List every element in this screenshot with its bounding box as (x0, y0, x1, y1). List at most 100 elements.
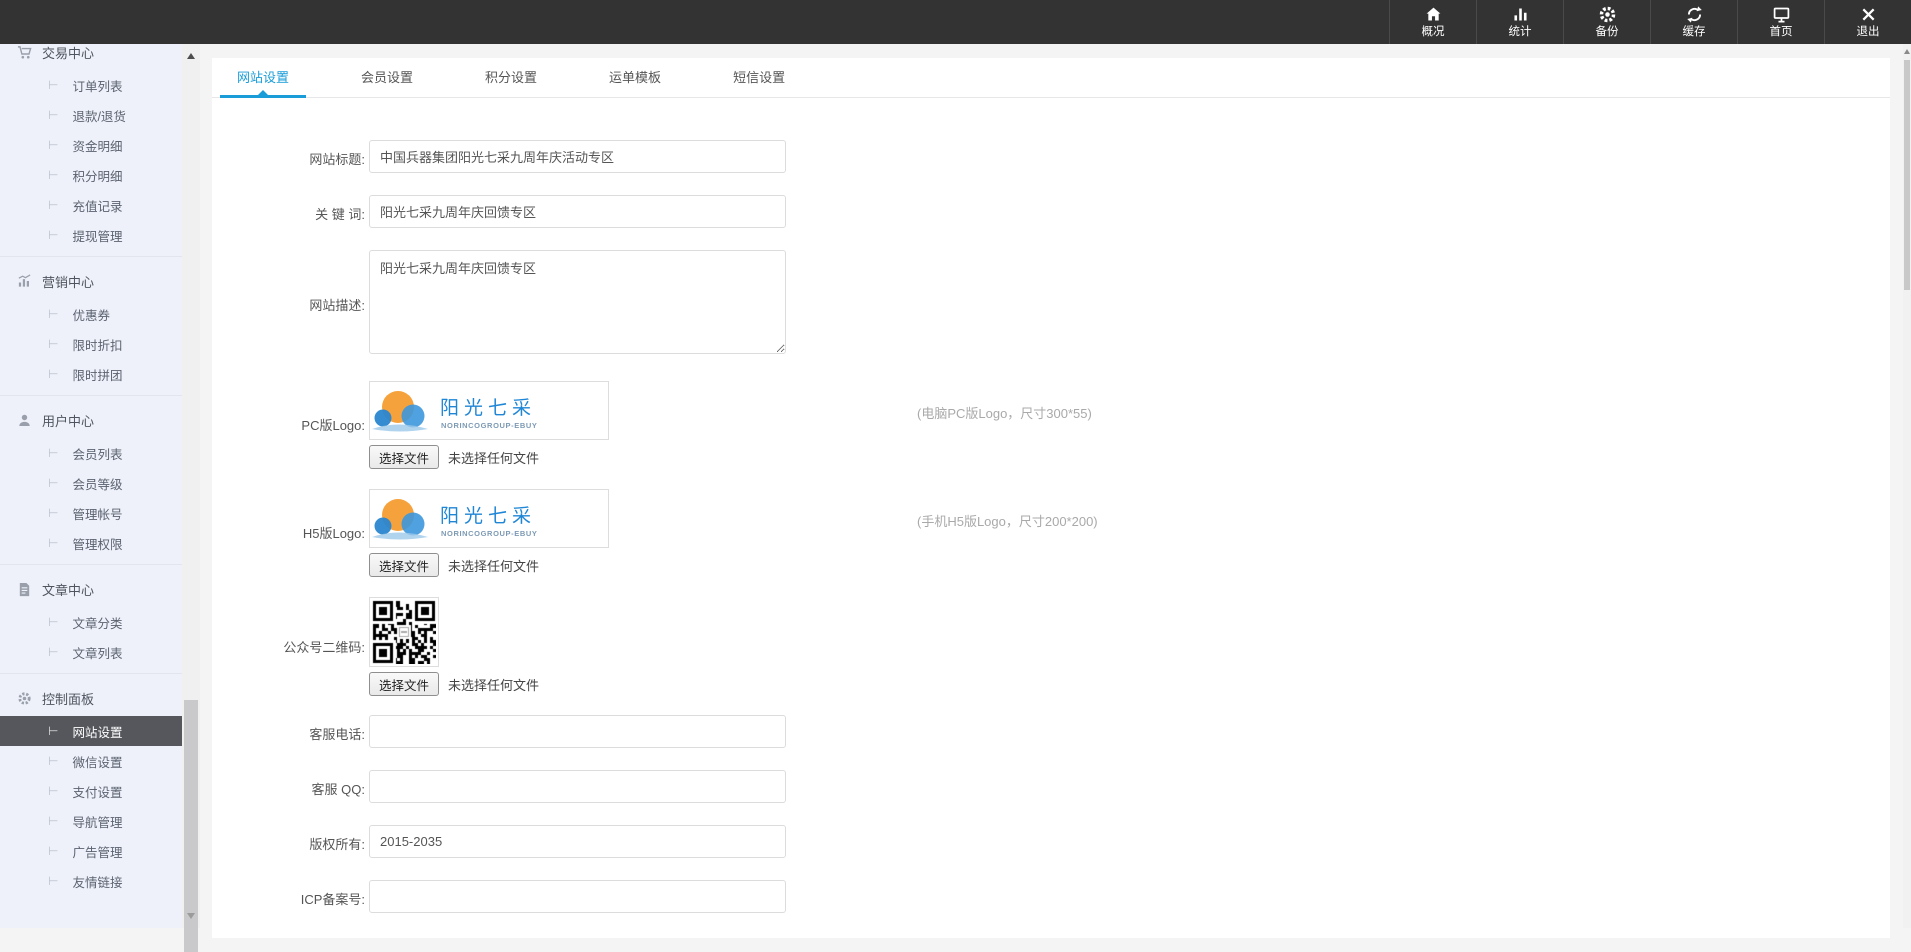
tab-sms-settings[interactable]: 短信设置 (716, 58, 802, 97)
form-row-description: 网站描述: 阳光七采九周年庆回馈专区 (212, 250, 1890, 359)
branch-icon: ⊢ (48, 108, 58, 122)
sidebar-section-header[interactable]: 交易中心 (0, 44, 182, 66)
logo-title: 阳光七采 (440, 505, 536, 527)
h5-logo-file-status: 未选择任何文件 (448, 556, 539, 575)
user-icon (17, 413, 32, 428)
sidebar: 交易中心 ⊢订单列表 ⊢ 退款/退货 ⊢资金明细 ⊢积分明细 ⊢充值记录 ⊢提现管… (0, 44, 182, 928)
branch-icon: ⊢ (48, 874, 58, 888)
qrcode-choose-file-button[interactable]: 选择文件 (369, 672, 439, 696)
sidebar-item-coupons[interactable]: ⊢ 优惠券 (0, 299, 182, 329)
sidebar-item-label: 文章分类 (72, 613, 122, 632)
branch-icon: ⊢ (48, 337, 58, 351)
form-row-service-qq: 客服 QQ: (212, 770, 1890, 803)
sidebar-item-flash-discount[interactable]: ⊢限时折扣 (0, 329, 182, 359)
sidebar-item-group-buy[interactable]: ⊢限时拼团 (0, 359, 182, 389)
sidebar-item-label: 友情链接 (72, 872, 122, 891)
topbar-item-cache[interactable]: 缓存 (1650, 0, 1737, 44)
sidebar-section-marketing: 营销中心 ⊢ 优惠券 ⊢限时折扣 ⊢限时拼团 (0, 267, 182, 389)
sidebar-section-header[interactable]: 控制面板 (0, 684, 182, 712)
sidebar-item-recharge[interactable]: ⊢充值记录 (0, 190, 182, 220)
tab-label: 会员设置 (361, 70, 413, 85)
field-label: 版权所有: (212, 825, 365, 858)
branch-icon: ⊢ (48, 138, 58, 152)
sidebar-item-site-settings[interactable]: ⊢网站设置 (0, 716, 182, 746)
tab-points-settings[interactable]: 积分设置 (468, 58, 554, 97)
branch-icon: ⊢ (48, 198, 58, 212)
icp-number-input[interactable] (369, 880, 786, 913)
divider (0, 673, 182, 674)
sidebar-item-refunds[interactable]: ⊢ 退款/退货 (0, 100, 182, 130)
sidebar-item-admin-accounts[interactable]: ⊢管理帐号 (0, 498, 182, 528)
tab-waybill-template[interactable]: 运单模板 (592, 58, 678, 97)
scroll-up-icon[interactable] (187, 53, 195, 59)
sidebar-item-funds[interactable]: ⊢资金明细 (0, 130, 182, 160)
site-settings-form: 网站标题: 关 键 词: 网站描述: 阳光七采九周年庆回馈专区 PC版Logo: (212, 98, 1890, 913)
service-qq-input[interactable] (369, 770, 786, 803)
scroll-up-icon[interactable] (1904, 49, 1910, 54)
topbar-item-label: 缓存 (1683, 27, 1706, 39)
sidebar-item-points-detail[interactable]: ⊢积分明细 (0, 160, 182, 190)
field-label: H5版Logo: (212, 523, 365, 542)
sidebar-item-ad-management[interactable]: ⊢广告管理 (0, 836, 182, 866)
sidebar-section-header[interactable]: 文章中心 (0, 575, 182, 603)
sidebar-item-article-list[interactable]: ⊢ 文章列表 (0, 637, 182, 667)
topbar-item-logout[interactable]: 退出 (1824, 0, 1911, 44)
window-scrollbar[interactable] (1903, 44, 1911, 928)
keywords-input[interactable] (369, 195, 786, 228)
monitor-icon (1772, 5, 1791, 24)
tab-label: 短信设置 (733, 70, 785, 85)
service-phone-input[interactable] (369, 715, 786, 748)
sidebar-section-header[interactable]: 用户中心 (0, 406, 182, 434)
panel-gear-icon (17, 691, 32, 706)
pc-logo-choose-file-button[interactable]: 选择文件 (369, 445, 439, 469)
sidebar-item-article-categories[interactable]: ⊢文章分类 (0, 607, 182, 637)
sidebar-item-nav-management[interactable]: ⊢导航管理 (0, 806, 182, 836)
sidebar-item-label: 退款/退货 (72, 106, 125, 125)
h5-logo-choose-file-button[interactable]: 选择文件 (369, 553, 439, 577)
topbar-item-stats[interactable]: 统计 (1476, 0, 1563, 44)
h5-logo-hint: (手机H5版Logo，尺寸200*200) (917, 511, 1098, 530)
field-label: 网站标题: (212, 140, 365, 173)
sidebar-item-order-list[interactable]: ⊢订单列表 (0, 70, 182, 100)
sidebar-item-friend-links[interactable]: ⊢ 友情链接 (0, 866, 182, 896)
branch-icon: ⊢ (48, 307, 58, 321)
tab-label: 运单模板 (609, 70, 661, 85)
topbar-item-label: 概况 (1422, 27, 1445, 39)
article-icon (17, 582, 32, 597)
sidebar-item-label: 管理帐号 (72, 504, 122, 523)
sidebar-item-payment-settings[interactable]: ⊢支付设置 (0, 776, 182, 806)
sidebar-item-member-list[interactable]: ⊢会员列表 (0, 438, 182, 468)
qr-code-preview (369, 597, 439, 667)
topbar-item-backup[interactable]: 备份 (1563, 0, 1650, 44)
sidebar-item-label: 网站设置 (72, 722, 122, 741)
sidebar-item-member-level[interactable]: ⊢ 会员等级 (0, 468, 182, 498)
cart-icon (17, 45, 32, 60)
branch-icon: ⊢ (48, 645, 58, 659)
field-label: PC版Logo: (212, 415, 365, 434)
content-card: 网站设置 会员设置 积分设置 运单模板 短信设置 网站标题: 关 键 词: 网站… (212, 58, 1890, 938)
sidebar-scrollbar[interactable] (182, 44, 200, 928)
tab-member-settings[interactable]: 会员设置 (344, 58, 430, 97)
sunshine-logo: 阳光七采 NORINCOGROUP-EBUY (370, 492, 600, 546)
form-row-pc-logo: PC版Logo: 阳光七采 NORINCOGROUP-EBUY (212, 381, 1890, 468)
topbar-item-homepage[interactable]: 首页 (1737, 0, 1824, 44)
pc-logo-hint: (电脑PC版Logo，尺寸300*55) (917, 403, 1092, 422)
sidebar-item-label: 文章列表 (72, 643, 122, 662)
copyright-input[interactable] (369, 825, 786, 858)
sidebar-item-admin-permissions[interactable]: ⊢管理权限 (0, 528, 182, 558)
refresh-icon (1685, 5, 1704, 24)
sidebar-item-withdraw[interactable]: ⊢提现管理 (0, 220, 182, 250)
topbar-item-overview[interactable]: 概况 (1389, 0, 1476, 44)
tab-site-settings[interactable]: 网站设置 (220, 58, 306, 97)
field-label: ICP备案号: (212, 880, 365, 913)
scroll-down-icon[interactable] (187, 913, 195, 919)
sidebar-item-label: 优惠券 (72, 305, 110, 324)
branch-icon: ⊢ (48, 476, 58, 490)
sidebar-section-header[interactable]: 营销中心 (0, 267, 182, 295)
site-description-textarea[interactable]: 阳光七采九周年庆回馈专区 (369, 250, 786, 354)
sidebar-item-label: 会员等级 (72, 474, 122, 493)
window-scrollbar-thumb[interactable] (1904, 60, 1910, 290)
sidebar-item-wechat-settings[interactable]: ⊢微信设置 (0, 746, 182, 776)
stats-icon (1511, 5, 1530, 24)
site-title-input[interactable] (369, 140, 786, 173)
